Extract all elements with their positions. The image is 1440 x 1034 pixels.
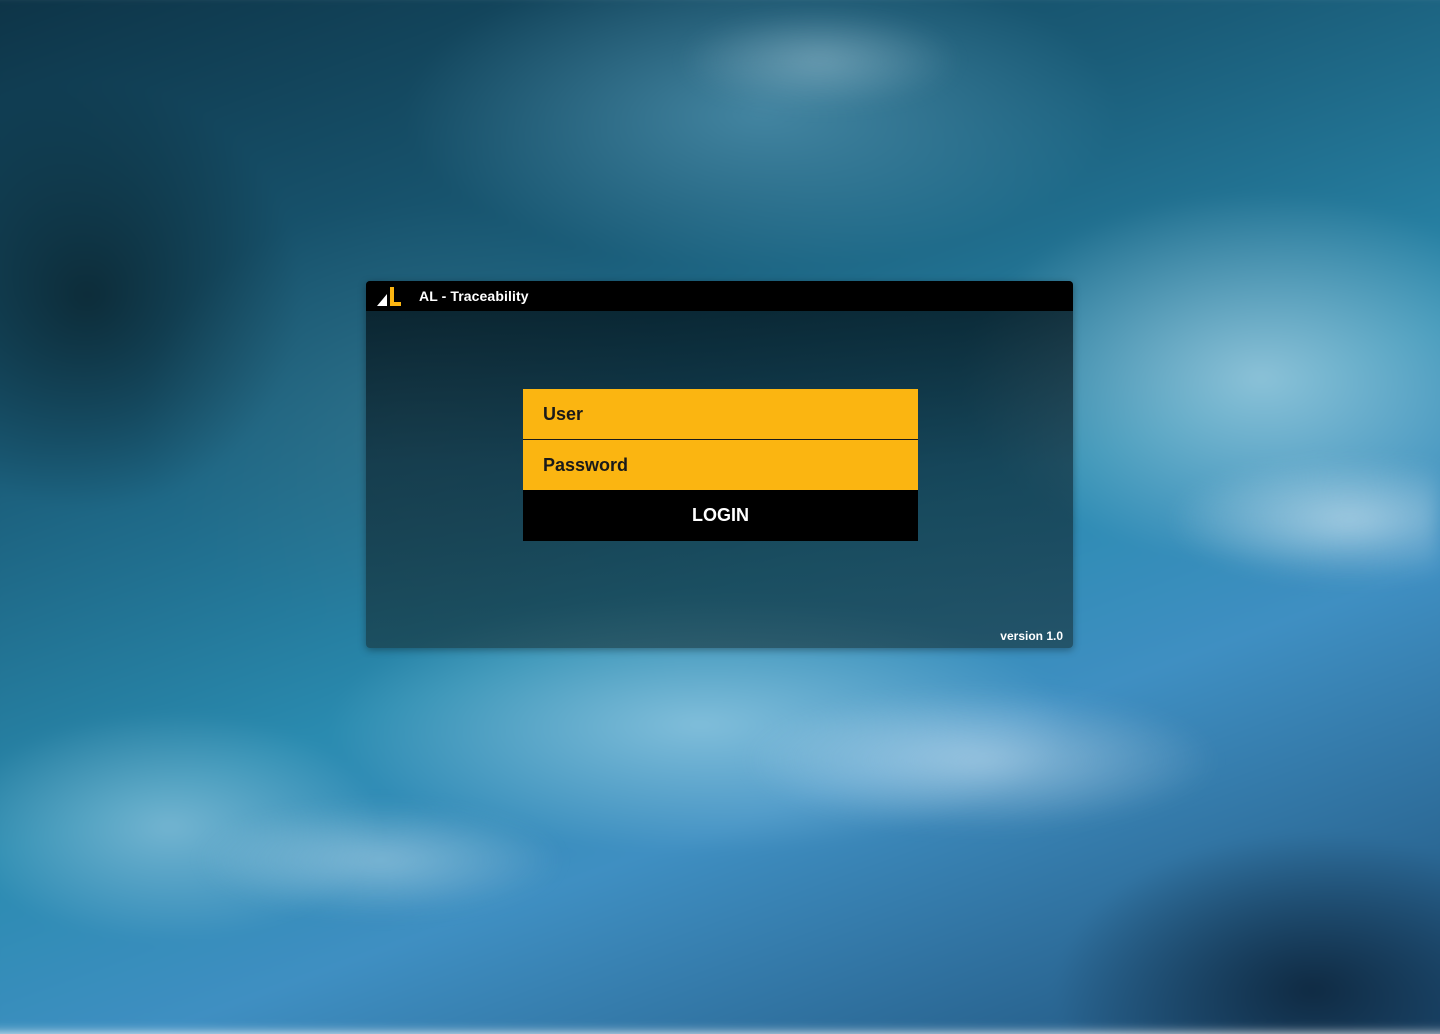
login-dialog: AL - Traceability LOGIN version 1.0: [366, 281, 1073, 648]
login-form: LOGIN: [523, 389, 918, 541]
titlebar: AL - Traceability: [366, 281, 1073, 311]
app-title: AL - Traceability: [419, 288, 529, 304]
login-button[interactable]: LOGIN: [523, 490, 918, 541]
password-input[interactable]: [523, 440, 918, 490]
version-label: version 1.0: [1000, 629, 1063, 643]
al-logo-icon: [377, 287, 401, 306]
user-input[interactable]: [523, 389, 918, 440]
